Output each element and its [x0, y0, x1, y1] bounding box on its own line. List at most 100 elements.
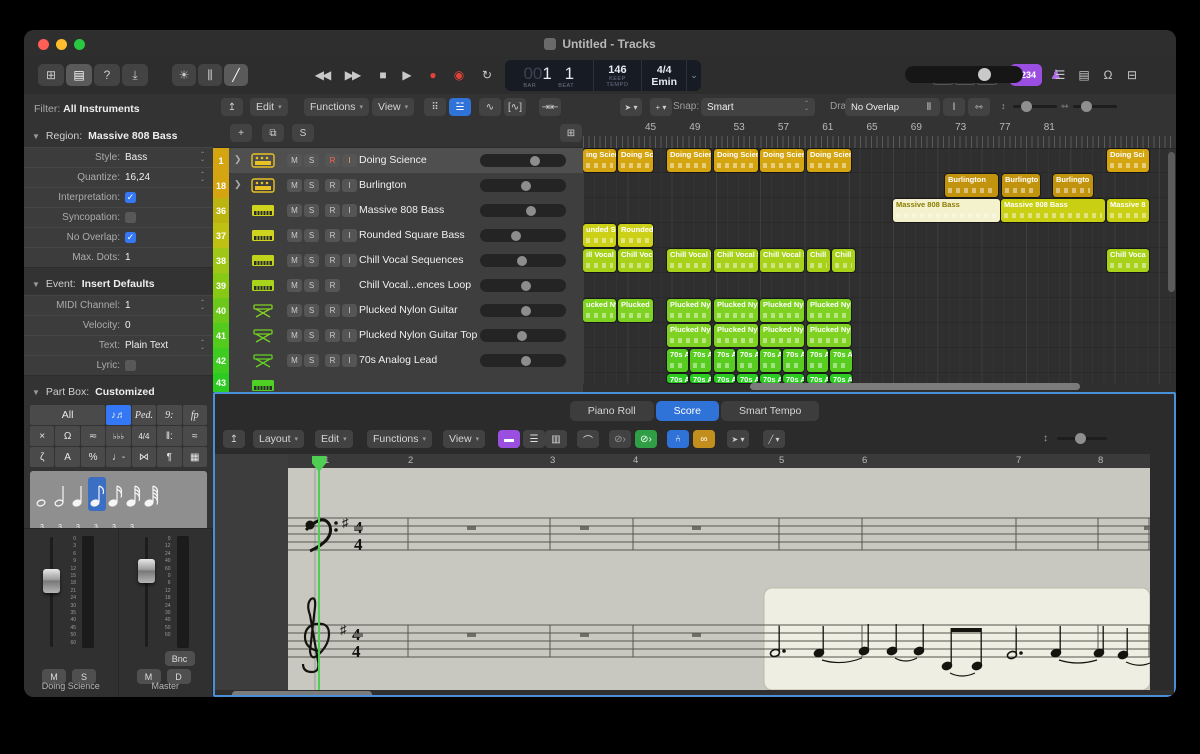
region-doing-sc[interactable]: Doing Sc	[618, 149, 653, 172]
automation-icon[interactable]: ∿	[479, 98, 501, 116]
solo-button[interactable]: S	[304, 304, 319, 317]
region-plucked-nyl[interactable]: Plucked Nyl	[760, 299, 804, 322]
forward-button[interactable]: ▶▶	[340, 64, 364, 86]
region-doing-scien[interactable]: Doing Scien	[807, 149, 851, 172]
playhead-line[interactable]	[318, 456, 320, 690]
note-duration-4[interactable]	[70, 477, 88, 514]
tab-score[interactable]: Score	[656, 401, 719, 421]
region-70s-a[interactable]: 70s A	[783, 349, 804, 372]
region-unded-sq[interactable]: unded Sq	[583, 224, 616, 247]
track-volume-slider[interactable]	[480, 254, 566, 267]
stepper-arrows[interactable]: ⌃⌄	[200, 301, 205, 311]
param-row-style[interactable]: Style:Bass⌃⌄	[24, 148, 213, 168]
list-view-icon[interactable]: ☱	[449, 98, 471, 116]
plus-tool-dropdown[interactable]: + ▾	[650, 98, 672, 116]
zoom-knob[interactable]	[1075, 433, 1086, 444]
menu-view[interactable]: View▾	[372, 98, 414, 116]
solo-button[interactable]: S	[304, 279, 319, 292]
track-row-40[interactable]: 40 MSRIPlucked Nylon Guitar	[213, 298, 583, 324]
region-burlingto[interactable]: Burlingto	[1002, 174, 1040, 197]
partbox-crossstaff-button[interactable]: ⋈	[132, 447, 156, 467]
param-row-syncopation[interactable]: Syncopation:	[24, 208, 213, 228]
stepper-arrows[interactable]: ⌃⌄	[200, 173, 205, 183]
region-doing-scien[interactable]: Doing Scien	[714, 149, 758, 172]
region-ucked-nyl[interactable]: ucked Nyl	[583, 299, 616, 322]
event-list-icon[interactable]: ☰	[1050, 64, 1070, 86]
horizontal-autozoom-icon[interactable]: ⇿	[968, 98, 990, 116]
track-row-42[interactable]: 42 MSRI70s Analog Lead	[213, 348, 583, 374]
dim-icon[interactable]: ☀	[172, 64, 196, 86]
track-volume-knob[interactable]	[517, 331, 527, 341]
vertical-autozoom-icon[interactable]: Ⅰ	[943, 98, 965, 116]
score-horizontal-scrollbar[interactable]	[232, 691, 372, 697]
menu-functions[interactable]: Functions▾	[304, 98, 369, 116]
flex-icon[interactable]: [∿]	[504, 98, 526, 116]
rewind-button[interactable]: ◀◀	[310, 64, 334, 86]
partbox-notes-button[interactable]: ♪♬	[106, 405, 130, 425]
menu-edit[interactable]: Edit▾	[250, 98, 288, 116]
lcd-tempo[interactable]: 146 KEEP TEMPO	[594, 60, 643, 91]
notepad-icon[interactable]: ▤	[1074, 64, 1094, 86]
note-duration-8[interactable]	[88, 477, 106, 514]
track-row-39[interactable]: 39 MSRChill Vocal...ences Loop	[213, 273, 583, 299]
mute-button[interactable]: M	[287, 354, 302, 367]
catch-playhead-icon[interactable]: ⇥⇤	[539, 98, 561, 116]
grid-view-icon[interactable]: ⠿	[424, 98, 446, 116]
editor-pencil-tool-dropdown[interactable]: ╱ ▾	[763, 430, 785, 448]
param-row-midichannel[interactable]: MIDI Channel:1⌃⌄	[24, 296, 213, 316]
editor-menu-functions[interactable]: Functions▾	[367, 430, 432, 448]
track-volume-slider[interactable]	[480, 204, 566, 217]
volume-knob[interactable]	[978, 68, 991, 81]
track-row-38[interactable]: 38 MSRIChill Vocal Sequences	[213, 248, 583, 274]
input-monitor-button[interactable]: I	[342, 229, 357, 242]
play-button[interactable]: ▶	[394, 64, 418, 86]
mute-button[interactable]: M	[287, 154, 302, 167]
loop-browser-icon[interactable]: Ω	[1098, 64, 1118, 86]
checkbox[interactable]	[125, 212, 136, 223]
pointer-tool-dropdown[interactable]: ➤ ▾	[620, 98, 642, 116]
editor-menu-layout[interactable]: Layout▾	[253, 430, 304, 448]
region-massive-808-bass[interactable]: Massive 808 Bass	[1001, 199, 1105, 222]
track-volume-knob[interactable]	[517, 256, 527, 266]
checkbox[interactable]: ✓	[125, 232, 136, 243]
partbox-noteheads-button[interactable]: ×	[30, 426, 54, 446]
region-chill[interactable]: Chill	[832, 249, 855, 272]
glue-tool-icon[interactable]: ⌒	[577, 430, 599, 448]
midi-in-icon[interactable]: ⊘›	[635, 430, 657, 448]
region-doing-scien[interactable]: Doing Scien	[667, 149, 711, 172]
partbox-notedash-button[interactable]: ♩-	[106, 447, 130, 467]
region-chill[interactable]: Chill	[807, 249, 830, 272]
partbox-grid-button[interactable]: ▦	[183, 447, 207, 467]
region-70s-a[interactable]: 70s A	[690, 349, 711, 372]
record-enable-button[interactable]: R	[325, 304, 340, 317]
lcd-display[interactable]: 001 1 BAR BEAT 146 KEEP TEMPO 4/4 Emin	[505, 60, 701, 91]
region-section-header[interactable]: ▼ Region:Massive 808 Bass	[24, 122, 213, 147]
record-enable-button[interactable]: R	[325, 179, 340, 192]
capture-record-button[interactable]: ◉	[446, 64, 470, 86]
partbox-dynamics-button[interactable]: fp	[183, 405, 207, 425]
editor-pointer-tool-dropdown[interactable]: ➤ ▾	[727, 430, 749, 448]
track-volume-slider[interactable]	[480, 179, 566, 192]
zoom-knob[interactable]	[1081, 101, 1092, 112]
record-enable-button[interactable]: R	[325, 154, 340, 167]
timeline-vertical-scrollbar[interactable]	[1168, 152, 1175, 292]
solo-button[interactable]: S	[304, 354, 319, 367]
track-row-41[interactable]: 41 MSRIPlucked Nylon Guitar Top	[213, 323, 583, 349]
region-chill-vocal-s[interactable]: Chill Vocal S	[714, 249, 758, 272]
track-volume-slider[interactable]	[480, 229, 566, 242]
track-volume-knob[interactable]	[521, 281, 531, 291]
region-massive-8[interactable]: Massive 8	[1107, 199, 1149, 222]
editor-back-arrow-button[interactable]: ↥	[223, 430, 245, 448]
note-duration-16[interactable]	[106, 477, 124, 514]
track-volume-slider[interactable]	[480, 354, 566, 367]
filter-row[interactable]: Filter: All Instruments	[24, 94, 213, 122]
volume-fader[interactable]	[138, 559, 155, 583]
midi-out-icon[interactable]: ⊘›	[609, 430, 631, 448]
partbox-text-button[interactable]: A	[55, 447, 79, 467]
record-button[interactable]: ●	[420, 64, 444, 86]
input-monitor-button[interactable]: I	[342, 354, 357, 367]
split-icon[interactable]: ⑃	[667, 430, 689, 448]
region-plucked-nyl[interactable]: Plucked Nyl	[714, 324, 758, 347]
disclosure-icon[interactable]: ❯	[234, 179, 242, 190]
inspector-icon[interactable]: ▤	[66, 64, 92, 86]
